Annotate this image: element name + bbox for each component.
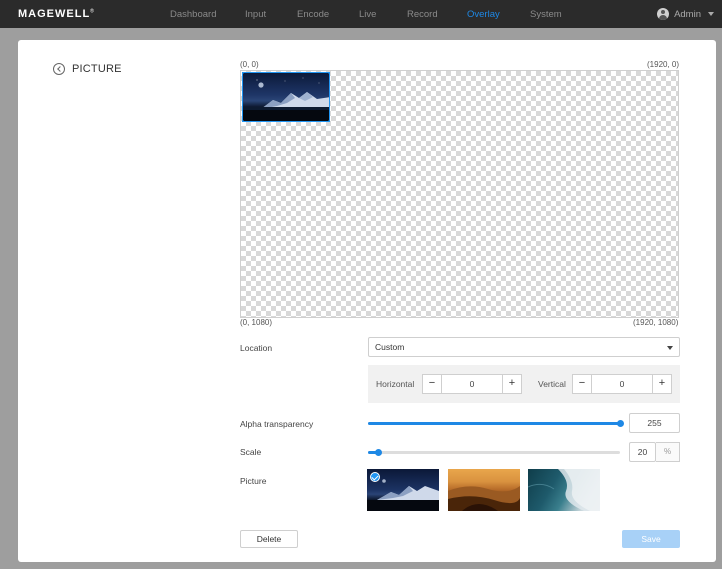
vertical-stepper: − 0 +	[572, 374, 672, 394]
horizontal-stepper: − 0 +	[422, 374, 522, 394]
alpha-label: Alpha transparency	[240, 419, 314, 429]
alpha-slider[interactable]	[368, 420, 624, 427]
resize-handle-bottom-left[interactable]	[243, 120, 244, 121]
scale-slider[interactable]	[368, 449, 620, 456]
picture-thumb-desert[interactable]	[448, 469, 520, 511]
location-label: Location	[240, 343, 273, 353]
vertical-decrement-button[interactable]: −	[573, 375, 591, 393]
delete-button[interactable]: Delete	[240, 530, 298, 548]
save-button[interactable]: Save	[622, 530, 680, 548]
mountain-landscape-image	[243, 77, 329, 121]
coord-bottom-left: (0, 1080)	[240, 318, 273, 327]
nav-live[interactable]: Live	[359, 9, 376, 20]
vertical-increment-button[interactable]: +	[653, 375, 671, 393]
desert-thumbnail-image	[448, 486, 520, 511]
picture-thumb-ocean[interactable]	[528, 469, 600, 511]
location-select[interactable]: Custom	[368, 337, 680, 357]
selected-check-icon	[370, 472, 380, 482]
chevron-down-icon	[667, 346, 673, 350]
nav-encode[interactable]: Encode	[297, 9, 329, 20]
scale-unit: %	[656, 442, 680, 462]
vertical-label: Vertical	[538, 379, 566, 389]
horizontal-label: Horizontal	[376, 379, 415, 389]
resize-handle-top-right[interactable]	[328, 73, 329, 74]
page-title: PICTURE	[72, 63, 122, 75]
user-avatar-icon	[657, 8, 670, 20]
picture-thumb-mountain[interactable]	[367, 469, 439, 511]
scale-input[interactable]: 20	[629, 442, 656, 462]
scale-slider-knob[interactable]	[375, 449, 383, 456]
overlay-picture-preview[interactable]	[242, 72, 330, 122]
overlay-preview-canvas[interactable]	[240, 70, 679, 318]
horizontal-increment-button[interactable]: +	[503, 375, 521, 393]
brand-logo-text: MAGEWELL	[18, 8, 91, 20]
brand-logo[interactable]: MAGEWELL®	[18, 8, 95, 20]
alpha-slider-knob[interactable]	[617, 420, 624, 427]
nav-overlay[interactable]: Overlay	[467, 9, 500, 20]
picture-settings-card: PICTURE (0, 0) (1920, 0) (0, 1080) (1920…	[18, 40, 716, 562]
coord-top-left: (0, 0)	[240, 60, 259, 69]
top-nav-bar: MAGEWELL® Dashboard Input Encode Live Re…	[0, 0, 722, 28]
vertical-input[interactable]: 0	[591, 375, 653, 393]
scale-label: Scale	[240, 447, 262, 457]
picture-label: Picture	[240, 476, 267, 486]
chevron-down-icon	[708, 12, 714, 16]
back-arrow-icon	[53, 63, 65, 75]
coord-bottom-right: (1920, 1080)	[633, 318, 679, 327]
nav-input[interactable]: Input	[245, 9, 266, 20]
coord-top-right: (1920, 0)	[647, 60, 680, 69]
resize-handle-bottom-right[interactable]	[328, 120, 329, 121]
registered-mark: ®	[90, 8, 95, 15]
alpha-slider-fill	[368, 422, 620, 425]
back-button[interactable]: PICTURE	[53, 63, 122, 75]
nav-dashboard[interactable]: Dashboard	[170, 9, 216, 20]
ocean-thumbnail-image	[528, 469, 600, 511]
user-menu[interactable]: Admin	[657, 8, 714, 20]
nav-system[interactable]: System	[530, 9, 562, 20]
user-name: Admin	[674, 8, 701, 20]
nav-record[interactable]: Record	[407, 9, 438, 20]
horizontal-decrement-button[interactable]: −	[423, 375, 441, 393]
location-value: Custom	[375, 342, 405, 352]
horizontal-input[interactable]: 0	[441, 375, 503, 393]
alpha-input[interactable]: 255	[629, 413, 680, 433]
position-panel: Horizontal − 0 + Vertical − 0 +	[368, 365, 680, 403]
